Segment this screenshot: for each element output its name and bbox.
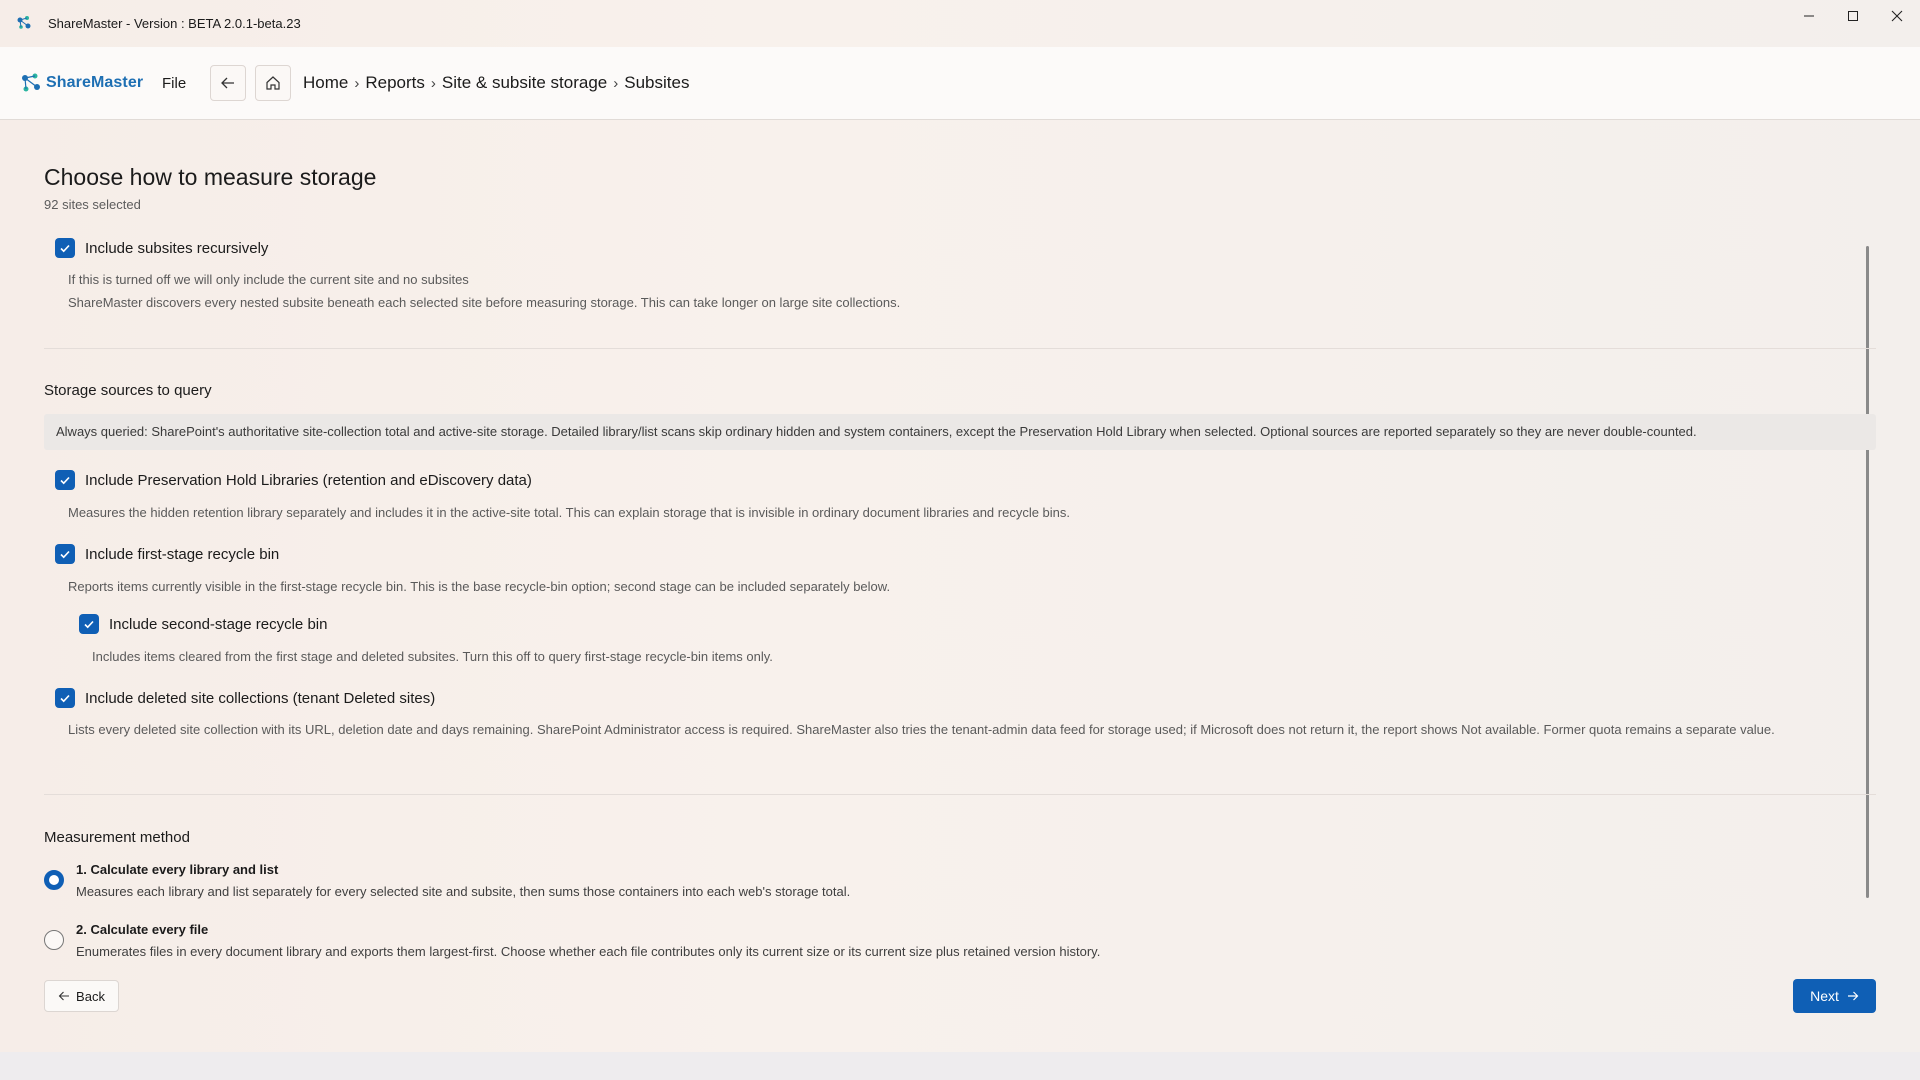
sources-title: Storage sources to query	[44, 382, 212, 399]
minimize-button[interactable]	[1786, 0, 1832, 32]
method-option-title: 1. Calculate every library and list	[76, 862, 279, 877]
deleted-sites-option[interactable]: Include deleted site collections (tenant…	[55, 688, 435, 708]
page-title: Choose how to measure storage	[44, 164, 377, 190]
breadcrumb-separator: ›	[613, 74, 619, 92]
first-stage-option[interactable]: Include first-stage recycle bin	[55, 544, 279, 564]
close-button[interactable]	[1874, 0, 1920, 32]
recursive-checkbox[interactable]	[55, 238, 75, 258]
divider	[44, 348, 1876, 349]
checkmark-icon	[60, 476, 70, 485]
close-icon	[1891, 10, 1903, 22]
breadcrumb: Home › Reports › Site & subsite storage …	[303, 73, 689, 93]
arrow-left-icon	[58, 991, 70, 1001]
method-option-title: 2. Calculate every file	[76, 922, 209, 937]
scrollbar[interactable]	[1866, 246, 1869, 898]
preservation-option[interactable]: Include Preservation Hold Libraries (ret…	[55, 470, 532, 490]
breadcrumb-separator: ›	[430, 74, 436, 92]
breadcrumb-reports[interactable]: Reports	[365, 73, 425, 93]
second-stage-desc: Includes items cleared from the first st…	[92, 649, 773, 664]
method-option-desc: Measures each library and list separatel…	[76, 884, 851, 899]
sources-info-box: Always queried: SharePoint's authoritati…	[44, 414, 1876, 450]
arrow-right-icon	[1847, 991, 1859, 1001]
home-icon	[266, 76, 280, 90]
status-band	[0, 1052, 1920, 1080]
breadcrumb-subsites: Subsites	[624, 73, 690, 92]
logo-text: ShareMaster	[46, 74, 144, 91]
second-stage-checkbox[interactable]	[79, 614, 99, 634]
breadcrumb-separator: ›	[354, 74, 360, 92]
maximize-icon	[1848, 11, 1858, 21]
file-menu[interactable]: File	[162, 75, 186, 92]
sharemaster-logo-icon	[22, 73, 40, 92]
preservation-desc: Measures the hidden retention library se…	[68, 505, 1071, 520]
deleted-sites-checkbox[interactable]	[55, 688, 75, 708]
method-option-text: 1. Calculate every library and list Meas…	[76, 862, 850, 899]
breadcrumb-site-storage[interactable]: Site & subsite storage	[442, 73, 607, 93]
method-option-library[interactable]: 1. Calculate every library and list Meas…	[44, 862, 850, 899]
recursive-option[interactable]: Include subsites recursively	[55, 238, 268, 258]
deleted-sites-label: Include deleted site collections (tenant…	[85, 689, 436, 707]
preservation-label: Include Preservation Hold Libraries (ret…	[85, 471, 532, 489]
back-button[interactable]: Back	[44, 980, 119, 1012]
recursive-label: Include subsites recursively	[85, 239, 269, 257]
second-stage-option[interactable]: Include second-stage recycle bin	[79, 614, 327, 634]
arrow-left-icon	[221, 77, 234, 89]
next-button[interactable]: Next	[1793, 979, 1876, 1013]
app-icon	[17, 16, 31, 29]
checkmark-icon	[84, 620, 94, 629]
first-stage-label: Include first-stage recycle bin	[85, 545, 280, 563]
checkmark-icon	[60, 694, 70, 703]
preservation-checkbox[interactable]	[55, 470, 75, 490]
sites-selected-count: 92 sites selected	[44, 197, 141, 212]
method-radio-library[interactable]	[44, 870, 64, 890]
title-bar: ShareMaster - Version : BETA 2.0.1-beta.…	[0, 0, 1920, 47]
second-stage-label: Include second-stage recycle bin	[109, 615, 328, 633]
method-title: Measurement method	[44, 829, 190, 846]
home-button[interactable]	[255, 65, 291, 101]
next-button-label: Next	[1810, 988, 1839, 1004]
method-option-desc: Enumerates files in every document libra…	[76, 944, 1101, 959]
deleted-sites-desc: Lists every deleted site collection with…	[68, 722, 1775, 737]
breadcrumb-home[interactable]: Home	[303, 73, 348, 93]
method-radio-file[interactable]	[44, 930, 64, 950]
maximize-button[interactable]	[1830, 0, 1876, 32]
first-stage-desc: Reports items currently visible in the f…	[68, 579, 891, 594]
checkmark-icon	[60, 550, 70, 559]
method-option-text: 2. Calculate every file Enumerates files…	[76, 922, 1100, 959]
app-header: ShareMaster File Home › Reports › Site &…	[0, 47, 1920, 120]
method-option-file[interactable]: 2. Calculate every file Enumerates files…	[44, 922, 1100, 959]
logo[interactable]: ShareMaster	[20, 72, 143, 94]
minimize-icon	[1804, 15, 1814, 17]
back-nav-button[interactable]	[210, 65, 246, 101]
first-stage-checkbox[interactable]	[55, 544, 75, 564]
recursive-desc-1: If this is turned off we will only inclu…	[68, 272, 469, 287]
window-title: ShareMaster - Version : BETA 2.0.1-beta.…	[48, 16, 301, 31]
checkmark-icon	[60, 244, 70, 253]
recursive-desc-2: ShareMaster discovers every nested subsi…	[68, 295, 901, 310]
divider	[44, 794, 1876, 795]
back-button-label: Back	[76, 988, 105, 1004]
